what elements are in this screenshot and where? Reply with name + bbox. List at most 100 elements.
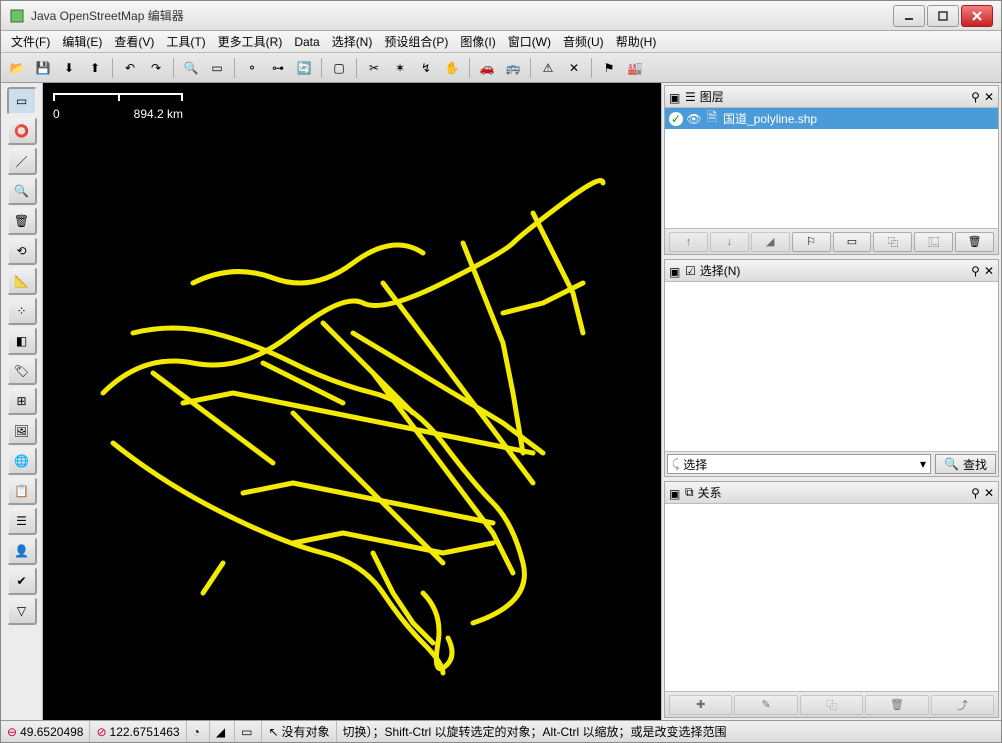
search-icon: 🔍 (944, 457, 959, 471)
download-button[interactable]: ⬇ (57, 56, 81, 80)
filter-tool[interactable]: ☰ (7, 507, 37, 535)
history-tool[interactable]: ⟲ (7, 237, 37, 265)
search-button[interactable]: 🔍 查找 (935, 454, 996, 474)
menu-item[interactable]: Data (288, 33, 325, 51)
new-layer-tool[interactable]: ⊞ (7, 387, 37, 415)
object-cell: ↖ 没有对象 (262, 721, 336, 742)
menu-item[interactable]: 查看(V) (108, 31, 160, 52)
layer-duplicate-button[interactable]: ⿻ (873, 232, 912, 252)
nodes-tool[interactable]: ⁘ (7, 297, 37, 325)
search-button[interactable]: 🔍 (179, 56, 203, 80)
refresh-button[interactable]: 🔄 (292, 56, 316, 80)
layer-down-button[interactable]: ↓ (710, 232, 749, 252)
menu-item[interactable]: 工具(T) (160, 31, 211, 52)
layer-merge-button[interactable]: ⿺ (914, 232, 953, 252)
validate-tool[interactable]: ✔ (7, 567, 37, 595)
zoom-tool[interactable]: 🔍 (7, 177, 37, 205)
close-button[interactable] (961, 5, 993, 27)
collapse-icon[interactable]: ▣ (669, 265, 681, 277)
gradient-tool[interactable]: ◧ (7, 327, 37, 355)
open-file-button[interactable]: 📂 (5, 56, 29, 80)
factory-button[interactable]: 🏭 (623, 56, 647, 80)
menu-item[interactable]: 更多工具(R) (212, 31, 289, 52)
delete-button[interactable]: ✕ (562, 56, 586, 80)
pin-icon[interactable]: ⚲ (971, 264, 980, 278)
relation-delete-button[interactable]: 🗑 (865, 695, 928, 715)
map-roads (43, 83, 643, 703)
measure-tool[interactable]: 📐 (7, 267, 37, 295)
selection-panel-title: 选择(N) (700, 262, 967, 279)
tool-a-button[interactable]: ✂ (362, 56, 386, 80)
minimize-button[interactable] (893, 5, 925, 27)
menu-item[interactable]: 窗口(W) (502, 31, 557, 52)
cursor-icon: ↖ (268, 725, 278, 739)
redo-button[interactable]: ↷ (144, 56, 168, 80)
relation-duplicate-button[interactable]: ⿻ (800, 695, 863, 715)
panel-close-icon[interactable]: ✕ (984, 264, 994, 278)
car-button[interactable]: 🚗 (475, 56, 499, 80)
menu-item[interactable]: 选择(N) (326, 31, 379, 52)
relations-toolbar: ✚ ✎ ⿻ 🗑 ⤴ (665, 691, 998, 717)
undo-button[interactable]: ↶ (118, 56, 142, 80)
tags-tool[interactable]: 🏷 (7, 357, 37, 385)
panel-close-icon[interactable]: ✕ (984, 486, 994, 500)
eye-icon[interactable]: 👁 (687, 112, 701, 126)
check-icon: ✓ (669, 112, 683, 126)
menu-item[interactable]: 图像(I) (454, 31, 501, 52)
menu-item[interactable]: 帮助(H) (610, 31, 663, 52)
node-tool-button[interactable]: ⚬ (240, 56, 264, 80)
menu-item[interactable]: 音频(U) (557, 31, 610, 52)
relation-edit-button[interactable]: ✎ (734, 695, 797, 715)
layer-delete-button[interactable]: 🗑 (955, 232, 994, 252)
tool-c-button[interactable]: ↯ (414, 56, 438, 80)
ruler-icon: ▭ (241, 725, 252, 739)
funnel-tool[interactable]: ▽ (7, 597, 37, 625)
presets-tool[interactable]: 📋 (7, 477, 37, 505)
titlebar: Java OpenStreetMap 编辑器 (1, 1, 1001, 31)
save-file-button[interactable]: 💾 (31, 56, 55, 80)
select-button[interactable]: ▭ (205, 56, 229, 80)
hand-button[interactable]: ✋ (440, 56, 464, 80)
relation-select-button[interactable]: ⤴ (931, 695, 994, 715)
way-tool-button[interactable]: ⊶ (266, 56, 290, 80)
pin-icon[interactable]: ⚲ (971, 90, 980, 104)
select-tool[interactable]: ▭ (7, 87, 37, 115)
file-icon: 🗎 (705, 112, 719, 126)
layer-opacity-button[interactable]: ◢ (751, 232, 790, 252)
relation-add-button[interactable]: ✚ (669, 695, 732, 715)
imagery-tool[interactable]: 🖼 (7, 417, 37, 445)
compass-icon: ◔ (193, 725, 200, 739)
flag-button[interactable]: ⚑ (597, 56, 621, 80)
left-tool-palette: ▭⭕／🔍🗑⟲📐⁘◧🏷⊞🖼🌐📋☰👤✔▽ (1, 83, 43, 720)
draw-line-tool[interactable]: ／ (7, 147, 37, 175)
collapse-icon[interactable]: ▣ (669, 487, 681, 499)
menu-item[interactable]: 文件(F) (5, 31, 56, 52)
selection-panel: ▣ ☑ 选择(N) ⚲ ✕ ⤹ 选择 ▾ 🔍 查找 (664, 259, 999, 477)
warning-button[interactable]: ⚠ (536, 56, 560, 80)
layers-panel: ▣ ☰ 图层 ⚲ ✕ ✓ 👁 🗎 国道_polyline.shp ↑ (664, 85, 999, 255)
lasso-tool[interactable]: ⭕ (7, 117, 37, 145)
bus-button[interactable]: 🚌 (501, 56, 525, 80)
author-tool[interactable]: 👤 (7, 537, 37, 565)
map-canvas[interactable]: 0 894.2 km (43, 83, 661, 720)
collapse-icon[interactable]: ▣ (669, 91, 681, 103)
layer-grey-button[interactable]: ▢ (327, 56, 351, 80)
selection-icon: ☑ (685, 264, 696, 278)
layer-edit-button[interactable]: ▭ (833, 232, 872, 252)
menu-item[interactable]: 编辑(E) (56, 31, 108, 52)
lat-icon: ⊖ (7, 725, 17, 739)
selection-combo[interactable]: ⤹ 选择 ▾ (667, 454, 931, 474)
layer-item[interactable]: ✓ 👁 🗎 国道_polyline.shp (665, 108, 998, 129)
layer-up-button[interactable]: ↑ (669, 232, 708, 252)
menu-item[interactable]: 预设组合(P) (378, 31, 454, 52)
layer-visibility-button[interactable]: ⚐ (792, 232, 831, 252)
maximize-button[interactable] (927, 5, 959, 27)
tool-b-button[interactable]: ✶ (388, 56, 412, 80)
upload-button[interactable]: ⬆ (83, 56, 107, 80)
panel-close-icon[interactable]: ✕ (984, 90, 994, 104)
delete-tag-tool[interactable]: 🗑 (7, 207, 37, 235)
globe-tool[interactable]: 🌐 (7, 447, 37, 475)
pin-icon[interactable]: ⚲ (971, 486, 980, 500)
right-panels: ▣ ☰ 图层 ⚲ ✕ ✓ 👁 🗎 国道_polyline.shp ↑ (661, 83, 1001, 720)
length-cell: ▭ (235, 721, 262, 742)
